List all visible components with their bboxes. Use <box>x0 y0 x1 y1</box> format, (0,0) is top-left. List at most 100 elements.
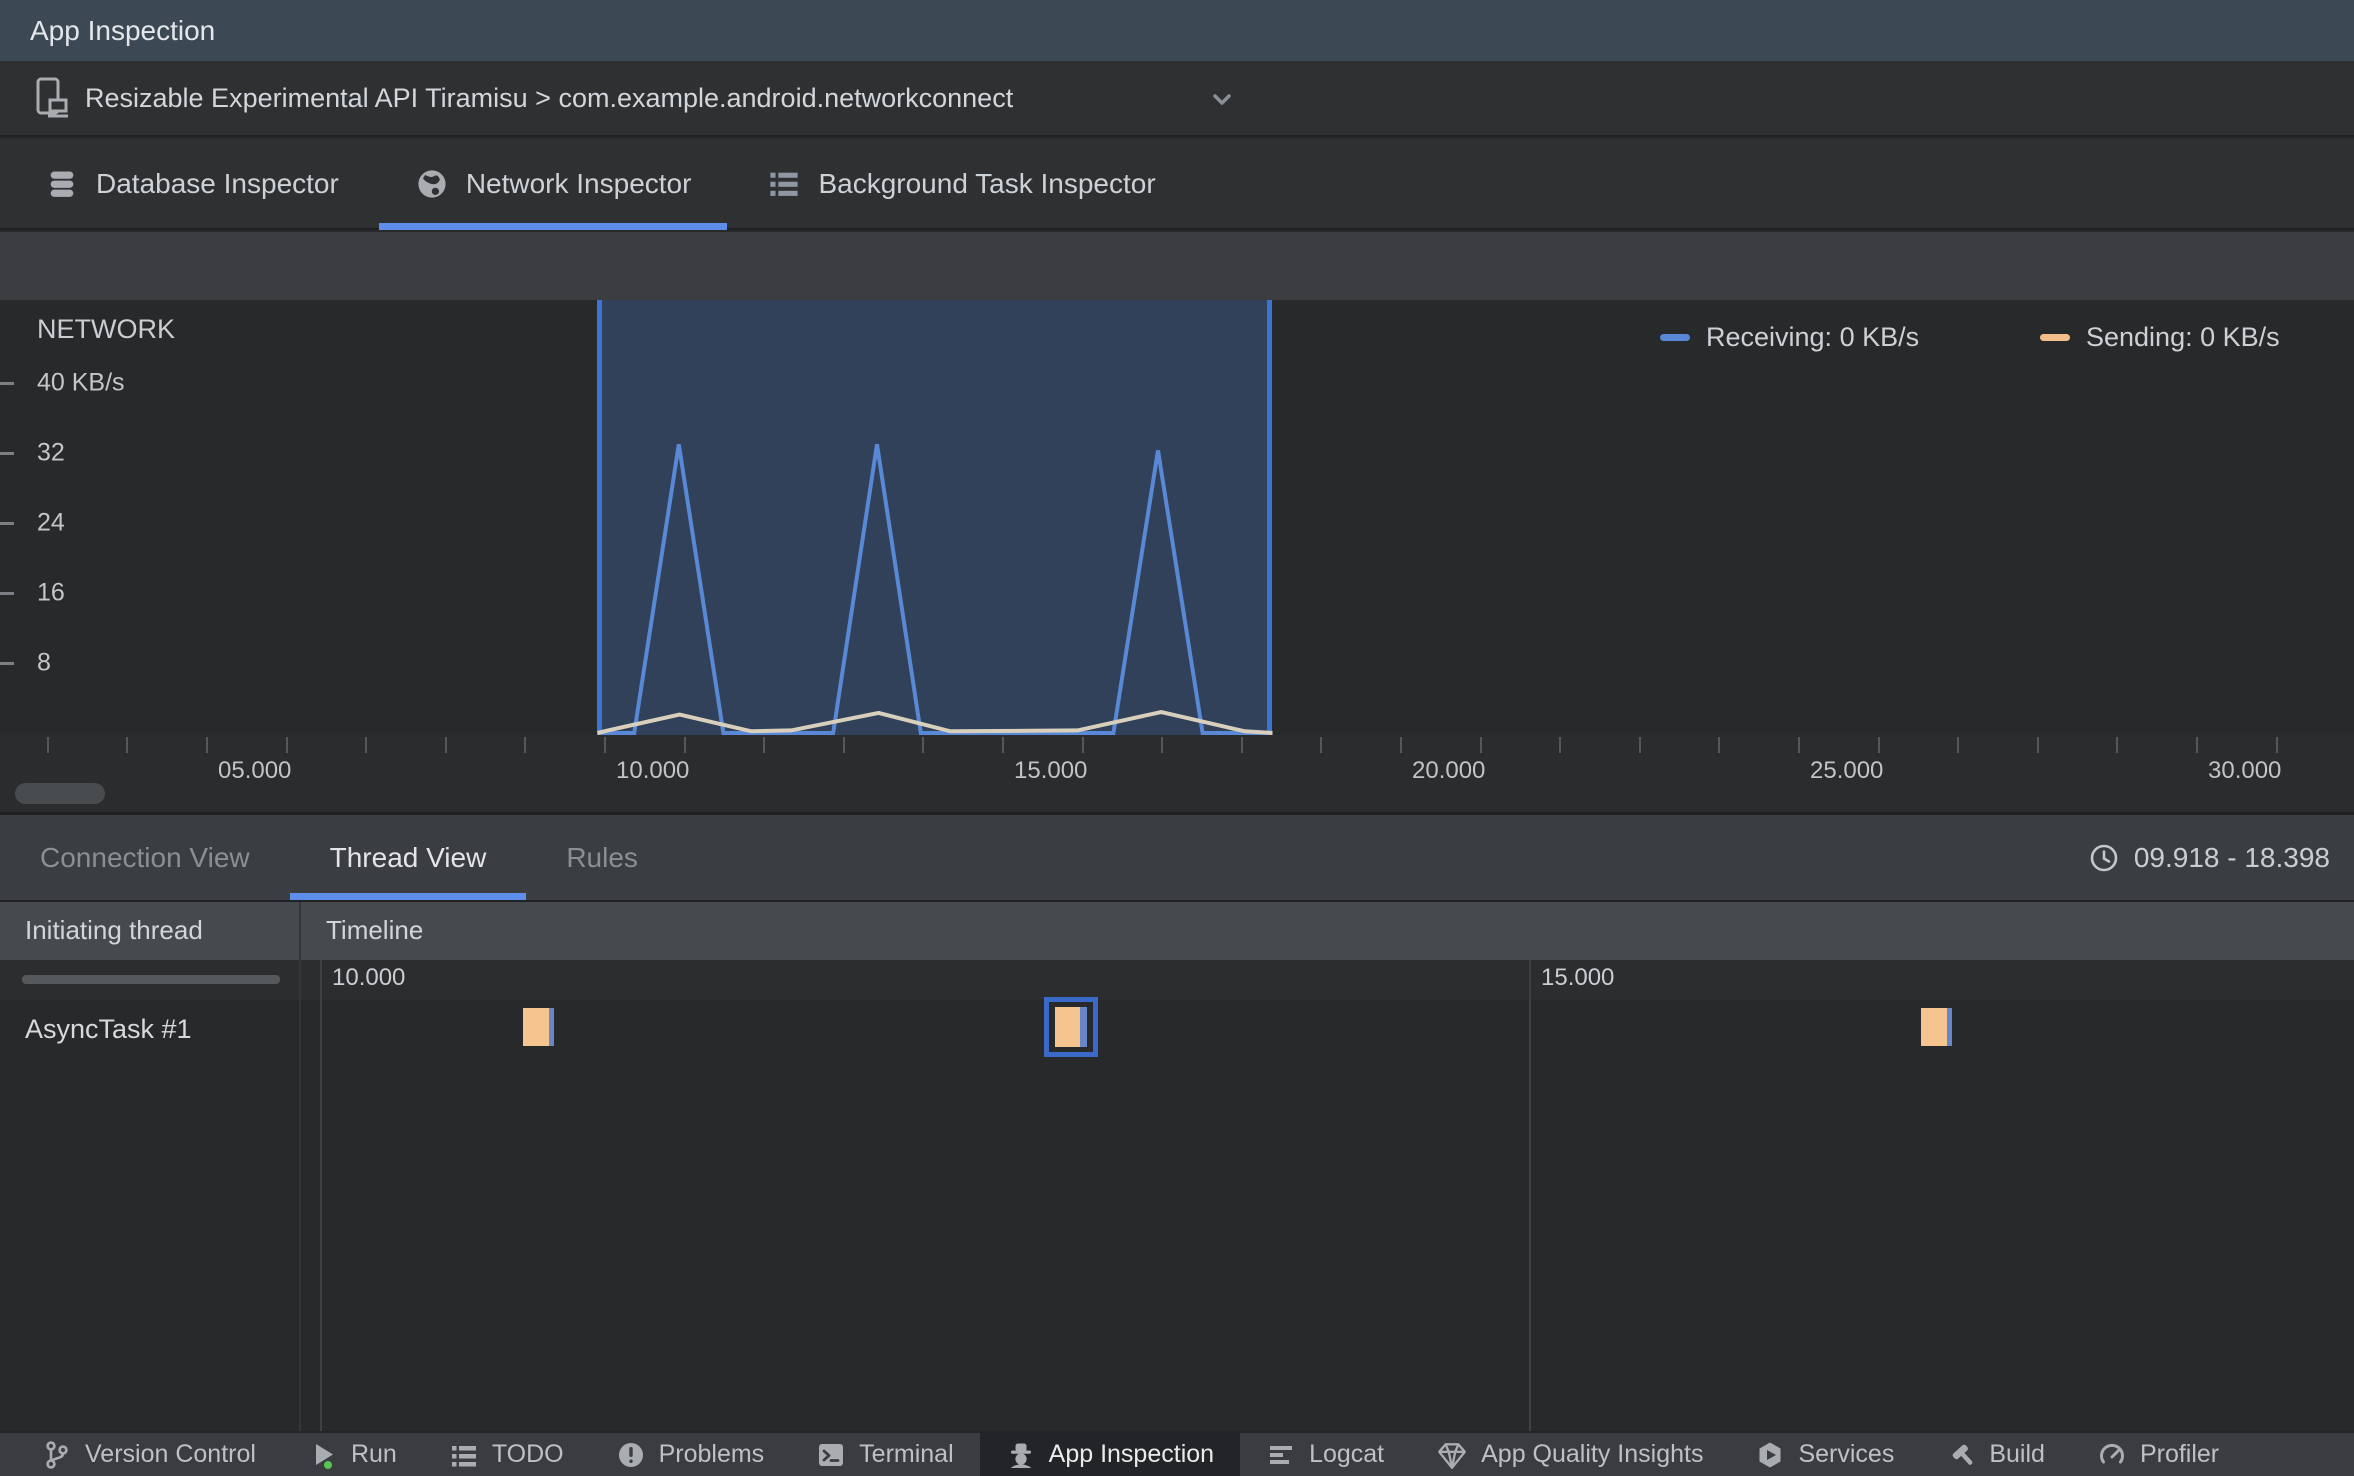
services-icon <box>1755 1440 1785 1470</box>
series-receiving <box>597 443 1273 735</box>
inspector-toolbar-strip <box>0 232 2354 300</box>
sending-swatch <box>2040 334 2070 341</box>
tool-window-button-app-quality-insights[interactable]: App Quality Insights <box>1410 1433 1729 1476</box>
clock-icon <box>2088 842 2120 874</box>
time-axis-tick <box>843 737 845 753</box>
inspector-tab-network-inspector[interactable]: Network Inspector <box>377 139 730 230</box>
timeline-ruler[interactable]: 10.000 15.000 <box>0 960 2354 1000</box>
network-event-marker-selected[interactable] <box>1044 997 1099 1057</box>
build-icon <box>1946 1440 1976 1470</box>
marker-strip <box>549 1008 555 1046</box>
inspector-tab-database-inspector[interactable]: Database Inspector <box>7 139 377 228</box>
inspector-tab-label: Database Inspector <box>96 167 339 199</box>
tool-window-label: Profiler <box>2139 1440 2220 1468</box>
resizable-device-icon <box>35 76 71 120</box>
time-axis-label: 15.000 <box>1014 757 1088 784</box>
thread-name: AsyncTask #1 <box>25 1014 192 1044</box>
tool-window-button-problems[interactable]: Problems <box>590 1433 791 1476</box>
inspector-tab-bar: Database Inspector Network Inspector Backg… <box>0 139 2354 230</box>
network-event-marker[interactable] <box>1920 1008 1952 1046</box>
tool-window-label: Terminal <box>859 1440 954 1468</box>
inspector-tab-label: Background Task Inspector <box>818 167 1156 199</box>
tool-window-button-todo[interactable]: TODO <box>423 1433 590 1476</box>
marker-strip <box>1080 1007 1088 1047</box>
inspector-tab-label: Network Inspector <box>465 167 692 199</box>
tool-window-label: Run <box>350 1440 397 1468</box>
tool-window-button-terminal[interactable]: Terminal <box>790 1433 979 1476</box>
terminal-icon <box>816 1440 846 1470</box>
device-process-label: Resizable Experimental API Tiramisu > co… <box>85 82 1014 113</box>
network-traffic-lines <box>597 443 1273 735</box>
marker-strip <box>1946 1008 1952 1046</box>
diamond-icon <box>1436 1439 1468 1471</box>
tool-window-label: TODO <box>491 1440 564 1468</box>
legend-receiving: Receiving: 0 KB/s <box>1660 322 1919 353</box>
tool-window-label: Services <box>1798 1440 1895 1468</box>
spy-icon <box>1006 1440 1036 1470</box>
time-axis-tick <box>2276 737 2278 753</box>
view-tab-thread-view[interactable]: Thread View <box>289 815 527 900</box>
thread-row: AsyncTask #1 <box>0 997 2354 1062</box>
time-axis-tick <box>922 737 924 753</box>
network-usage-chart[interactable]: NETWORK 40 KB/s 32 24 16 8 Receiving: 0 KB/s S… <box>0 300 2354 735</box>
tasklist-icon <box>767 167 801 201</box>
tool-window-button-services[interactable]: Services <box>1729 1433 1920 1476</box>
sending-label: Sending: 0 KB/s <box>2086 322 2280 352</box>
tool-window-button-logcat[interactable]: Logcat <box>1240 1433 1410 1476</box>
app-inspection-window: App Inspection Resizable Experimental AP… <box>0 0 2354 1476</box>
time-axis-tick <box>1639 737 1641 753</box>
time-axis-tick <box>1480 737 1482 753</box>
time-axis-tick <box>206 737 208 753</box>
time-axis-tick <box>1878 737 1880 753</box>
inspector-tab-background-task-inspector[interactable]: Background Task Inspector <box>729 139 1193 228</box>
time-axis-tick <box>1161 737 1163 753</box>
time-axis-tick <box>2116 737 2118 753</box>
ruler-label: 15.000 <box>1541 964 1615 991</box>
marker-body <box>1055 1007 1088 1047</box>
time-range-text: 09.918 - 18.398 <box>2133 841 2330 873</box>
time-axis-tick <box>2196 737 2198 753</box>
time-axis-tick <box>47 737 49 753</box>
tool-window-button-build[interactable]: Build <box>1920 1433 2071 1476</box>
device-process-selector[interactable]: Resizable Experimental API Tiramisu > co… <box>0 61 2354 137</box>
marker-fill <box>523 1008 550 1046</box>
receiving-swatch <box>1660 334 1690 341</box>
time-axis-tick <box>1400 737 1402 753</box>
chart-time-axis[interactable]: 05.000 10.000 15.000 20.000 25.000 30.000 <box>0 735 2354 812</box>
tool-window-label: Build <box>1989 1440 2045 1468</box>
time-axis-tick <box>1082 737 1084 753</box>
time-axis-tick <box>763 737 765 753</box>
horizontal-scrollbar[interactable] <box>15 783 105 804</box>
network-view-tab-bar: 09.918 - 18.398 Connection View Thread Vi… <box>0 815 2354 902</box>
todo-icon <box>449 1440 479 1470</box>
tool-window-button-run[interactable]: Run <box>282 1433 423 1476</box>
tool-window-label: Logcat <box>1309 1440 1385 1468</box>
tool-window-button-profiler[interactable]: Profiler <box>2071 1433 2245 1476</box>
database-icon <box>45 167 79 201</box>
legend-sending: Sending: 0 KB/s <box>2040 322 2280 353</box>
column-divider[interactable] <box>299 902 301 1431</box>
time-axis-tick <box>1320 737 1322 753</box>
time-axis-tick <box>1718 737 1720 753</box>
time-axis-tick <box>684 737 686 753</box>
column-width-scrollbar[interactable] <box>22 975 280 984</box>
profiler-icon <box>2097 1440 2127 1470</box>
time-axis-tick <box>1559 737 1561 753</box>
view-tab-connection-view[interactable]: Connection View <box>0 815 290 900</box>
thread-table-header: Initiating thread Timeline <box>0 902 2354 960</box>
network-event-marker[interactable] <box>523 1008 555 1046</box>
view-tab-rules[interactable]: Rules <box>526 815 678 900</box>
tool-window-button-app-inspection[interactable]: App Inspection <box>979 1433 1241 1476</box>
branch-icon <box>42 1440 72 1470</box>
time-axis-tick <box>2037 737 2039 753</box>
selected-time-range: 09.918 - 18.398 <box>2088 815 2330 900</box>
tool-window-button-version-control[interactable]: Version Control <box>16 1433 282 1476</box>
time-axis-tick <box>604 737 606 753</box>
tool-window-label: App Inspection <box>1048 1440 1215 1468</box>
time-axis-tick <box>365 737 367 753</box>
column-timeline: Timeline <box>326 915 424 945</box>
time-axis-label: 25.000 <box>1810 757 1884 784</box>
time-axis-tick <box>1002 737 1004 753</box>
run-icon <box>308 1440 338 1470</box>
time-axis-tick <box>1957 737 1959 753</box>
